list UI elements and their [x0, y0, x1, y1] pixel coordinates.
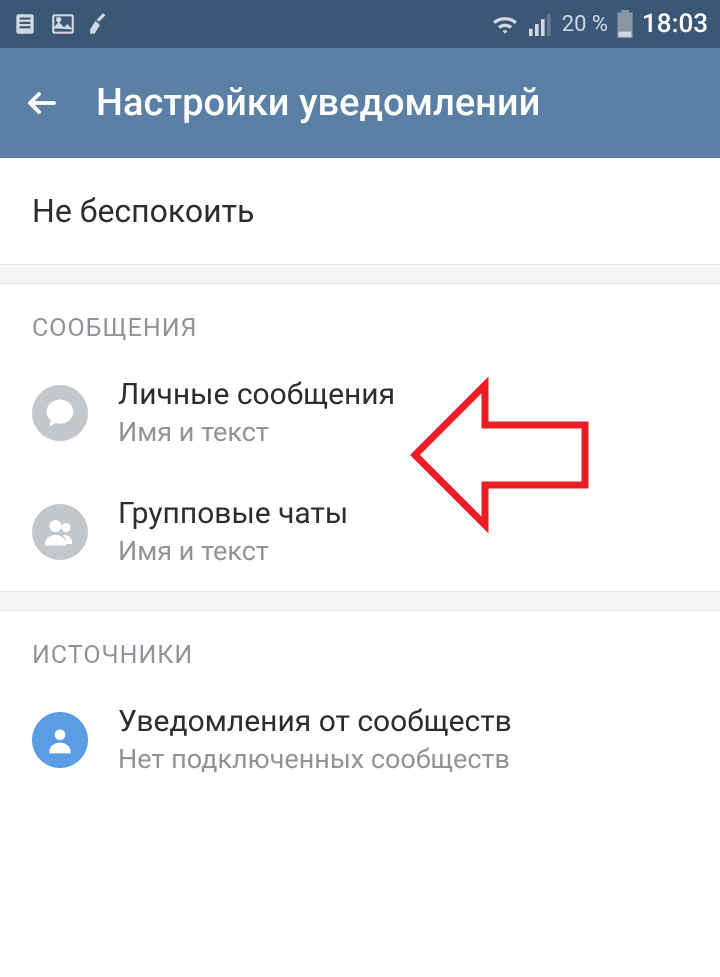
- cleaner-icon: [88, 11, 114, 37]
- community-notifications-item[interactable]: Уведомления от сообществ Нет подключенны…: [0, 680, 720, 799]
- battery-icon: [616, 10, 634, 38]
- private-messages-title: Личные сообщения: [118, 377, 395, 412]
- chat-bubble-icon: [32, 385, 88, 441]
- person-icon: [32, 712, 88, 768]
- status-bar-right: 20 % 18:03: [490, 9, 708, 39]
- notification-icon: [12, 11, 38, 37]
- do-not-disturb-label: Не беспокоить: [32, 192, 254, 230]
- page-title: Настройки уведомлений: [96, 81, 540, 125]
- private-messages-item[interactable]: Личные сообщения Имя и текст: [0, 353, 720, 472]
- group-chats-subtitle: Имя и текст: [118, 535, 348, 567]
- wifi-icon: [490, 12, 520, 36]
- private-messages-texts: Личные сообщения Имя и текст: [118, 377, 395, 448]
- image-icon: [50, 11, 76, 37]
- community-notifications-subtitle: Нет подключенных сообществ: [118, 743, 512, 775]
- group-icon: [32, 504, 88, 560]
- group-chats-texts: Групповые чаты Имя и текст: [118, 496, 348, 567]
- community-notifications-title: Уведомления от сообществ: [118, 704, 512, 739]
- back-button[interactable]: [24, 85, 60, 121]
- section-divider: [0, 264, 720, 284]
- community-notifications-texts: Уведомления от сообществ Нет подключенны…: [118, 704, 512, 775]
- status-time: 18:03: [642, 9, 708, 39]
- group-chats-item[interactable]: Групповые чаты Имя и текст: [0, 472, 720, 591]
- do-not-disturb-item[interactable]: Не беспокоить: [0, 158, 720, 264]
- private-messages-subtitle: Имя и текст: [118, 416, 395, 448]
- battery-percent: 20 %: [562, 12, 608, 37]
- section-header-messages: СООБЩЕНИЯ: [0, 284, 720, 353]
- status-bar-left: [12, 11, 114, 37]
- signal-icon: [528, 12, 554, 36]
- app-bar: Настройки уведомлений: [0, 48, 720, 158]
- status-bar: 20 % 18:03: [0, 0, 720, 48]
- section-divider: [0, 591, 720, 611]
- section-header-sources: ИСТОЧНИКИ: [0, 611, 720, 680]
- group-chats-title: Групповые чаты: [118, 496, 348, 531]
